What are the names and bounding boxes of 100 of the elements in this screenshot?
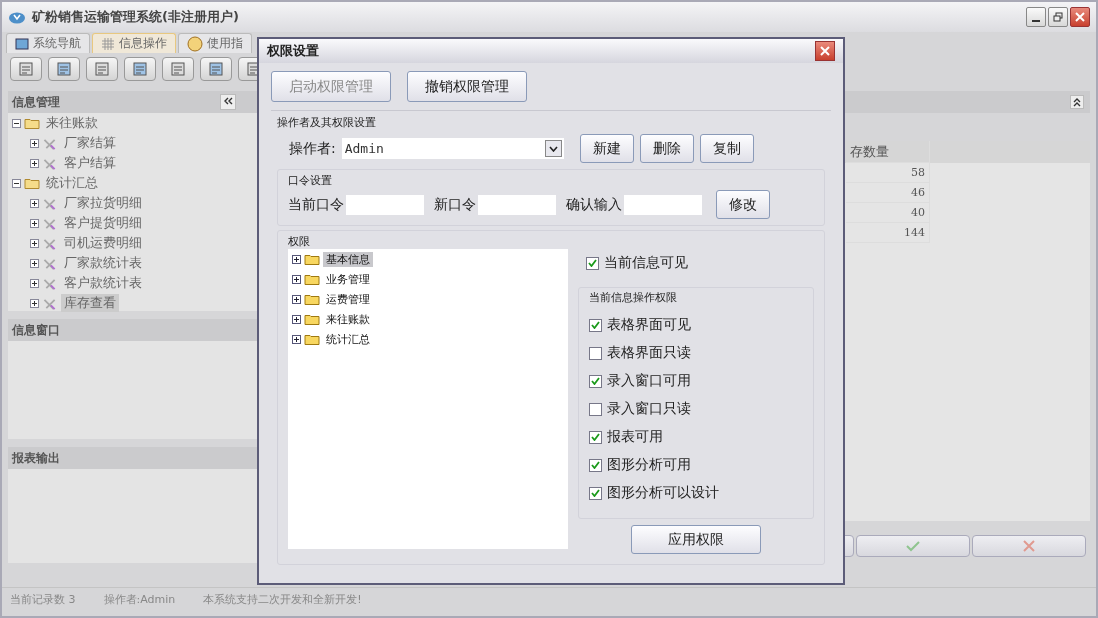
tree-item[interactable]: 客户款统计表	[61, 274, 145, 292]
toolbar-button[interactable]	[48, 57, 80, 81]
minimize-icon	[1032, 20, 1040, 22]
tree-item[interactable]: 统计汇总	[323, 331, 373, 347]
tree-item[interactable]: 司机运费明细	[61, 234, 145, 252]
checkbox-mark[interactable]	[586, 256, 599, 270]
double-chevron-left-icon	[223, 96, 233, 106]
expand-icon[interactable]	[30, 198, 39, 208]
expand-icon[interactable]	[292, 254, 301, 264]
close-button[interactable]	[1070, 7, 1090, 27]
document-icon	[170, 61, 186, 77]
folder-icon	[24, 176, 40, 190]
expand-icon[interactable]	[30, 278, 39, 288]
document-icon	[132, 61, 148, 77]
tree-item[interactable]: 来往账款	[323, 311, 373, 327]
folder-icon	[304, 312, 320, 326]
toolbar-button[interactable]	[124, 57, 156, 81]
tree-item[interactable]: 厂家拉货明细	[61, 194, 145, 212]
toolbar-button[interactable]	[200, 57, 232, 81]
column-header: 存数量	[846, 141, 930, 163]
password-field[interactable]	[478, 194, 556, 215]
checkbox-mark[interactable]	[589, 374, 602, 388]
field-label: 操作者:	[289, 139, 336, 158]
modify-button[interactable]: 修改	[716, 190, 770, 219]
tab[interactable]: 使用指	[178, 33, 252, 53]
expand-icon[interactable]	[30, 258, 39, 268]
maximize-button[interactable]	[1048, 7, 1068, 27]
group-title: 口令设置	[288, 174, 332, 187]
expand-icon[interactable]	[292, 274, 301, 284]
close-button[interactable]	[815, 41, 835, 61]
table-cell: 46	[846, 183, 930, 203]
operator-dropdown[interactable]: Admin	[341, 138, 564, 159]
password-field[interactable]	[624, 194, 702, 215]
checkbox[interactable]: 录入窗口只读	[589, 395, 803, 423]
status-text: 本系统支持二次开发和全新开发!	[203, 591, 362, 607]
minimize-button[interactable]	[1026, 7, 1046, 27]
collapse-icon[interactable]	[12, 178, 21, 188]
expand-icon[interactable]	[30, 218, 39, 228]
checkbox-mark[interactable]	[589, 458, 602, 472]
window-title: 矿粉销售运输管理系统(非注册用户)	[32, 8, 239, 26]
cross-icon	[1023, 540, 1035, 552]
document-icon	[56, 61, 72, 77]
checkbox-mark[interactable]	[589, 318, 602, 332]
tree-item[interactable]: 来往账款	[43, 114, 101, 132]
checkbox[interactable]: 当前信息可见	[578, 249, 814, 277]
checkbox[interactable]: 图形分析可以设计	[589, 479, 803, 507]
tree-item[interactable]: 客户提货明细	[61, 214, 145, 232]
checkbox-mark[interactable]	[589, 402, 602, 416]
tree-item[interactable]: 厂家结算	[61, 134, 119, 152]
field-label: 新口令	[434, 195, 476, 214]
checkbox-mark[interactable]	[589, 346, 602, 360]
tree-item[interactable]: 厂家款统计表	[61, 254, 145, 272]
checkbox[interactable]: 录入窗口可用	[589, 367, 803, 395]
check-icon	[906, 540, 920, 552]
cloud-logo-icon	[8, 10, 26, 24]
collapse-icon[interactable]	[12, 118, 21, 128]
operator-button[interactable]: 新建	[579, 134, 634, 163]
field-label: 确认输入	[566, 195, 622, 214]
tree-item[interactable]: 运费管理	[323, 291, 373, 307]
expand-icon[interactable]	[30, 298, 39, 308]
checkbox-label: 表格界面可见	[607, 316, 691, 334]
tree-item[interactable]: 业务管理	[323, 271, 373, 287]
expand-icon[interactable]	[30, 138, 39, 148]
tree-item[interactable]: 库存查看	[61, 294, 119, 312]
expand-icon[interactable]	[30, 238, 39, 248]
tree-item[interactable]: 客户结算	[61, 154, 119, 172]
checkbox[interactable]: 报表可用	[589, 423, 803, 451]
checkmark-icon	[591, 377, 600, 385]
expand-icon[interactable]	[292, 334, 301, 344]
tab[interactable]: 系统导航	[6, 33, 90, 53]
expand-icon[interactable]	[30, 158, 39, 168]
checkbox[interactable]: 图形分析可用	[589, 451, 803, 479]
collapse-up-button[interactable]	[1070, 95, 1084, 109]
apply-button[interactable]: 应用权限	[631, 525, 761, 554]
grid-icon	[101, 37, 115, 50]
dialog-title: 权限设置	[267, 42, 319, 60]
status-text: 当前记录数 3	[10, 591, 76, 607]
checkbox[interactable]: 表格界面可见	[589, 311, 803, 339]
dropdown-button[interactable]	[544, 140, 562, 157]
checkbox-label: 当前信息可见	[604, 254, 688, 272]
tab[interactable]: 信息操作	[92, 33, 176, 53]
toolbar-button[interactable]	[86, 57, 118, 81]
table-cell: 58	[846, 163, 930, 183]
toggle-button[interactable]: 撤销权限管理	[407, 71, 527, 102]
tree-item[interactable]: 基本信息	[323, 251, 373, 267]
expand-icon[interactable]	[292, 294, 301, 304]
checkbox-mark[interactable]	[589, 430, 602, 444]
toolbar-button[interactable]	[162, 57, 194, 81]
table-cell: 40	[846, 203, 930, 223]
collapse-button[interactable]	[220, 94, 236, 110]
expand-icon[interactable]	[292, 314, 301, 324]
folder-icon	[304, 272, 320, 286]
checkbox-mark[interactable]	[589, 486, 602, 500]
operator-button[interactable]: 复制	[699, 134, 754, 163]
tree-item[interactable]: 统计汇总	[43, 174, 101, 192]
toolbar-button[interactable]	[10, 57, 42, 81]
checkmark-icon	[591, 433, 600, 441]
password-field[interactable]	[346, 194, 424, 215]
checkbox[interactable]: 表格界面只读	[589, 339, 803, 367]
operator-button[interactable]: 删除	[639, 134, 694, 163]
